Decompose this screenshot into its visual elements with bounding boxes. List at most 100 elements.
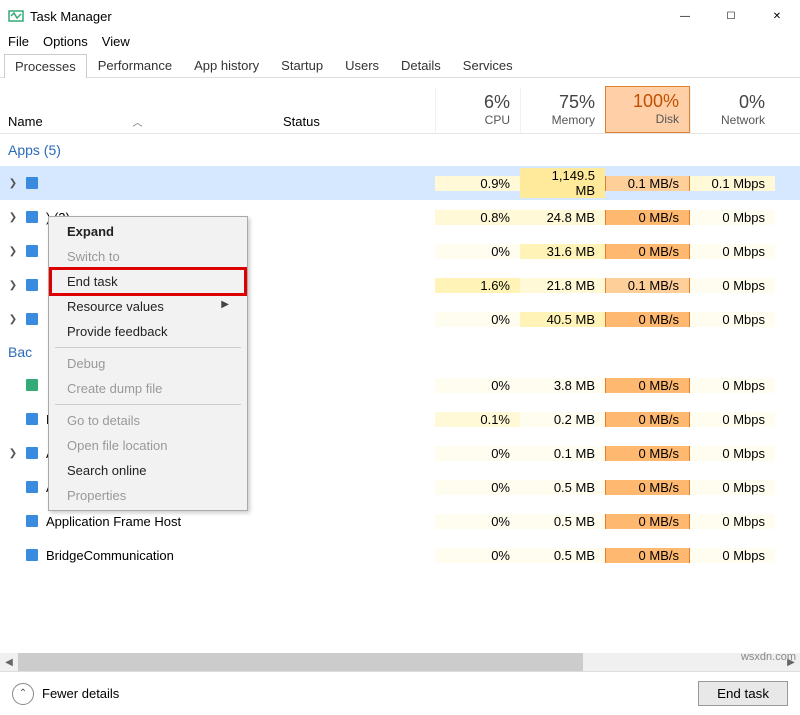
expand-icon[interactable]: ❯	[4, 246, 22, 257]
menu-item-create-dump-file: Create dump file	[51, 376, 245, 401]
collapse-icon: ⌃	[12, 683, 34, 705]
process-icon	[24, 311, 40, 327]
horizontal-scrollbar[interactable]: ◀ ▶	[0, 653, 800, 671]
cpu-cell: 0%	[435, 446, 520, 461]
column-network[interactable]: 0% Network	[690, 88, 775, 133]
expand-icon[interactable]: ❯	[4, 178, 22, 189]
memory-cell: 0.5 MB	[520, 480, 605, 495]
process-name-cell: ❯	[0, 175, 275, 191]
tab-app-history[interactable]: App history	[183, 53, 270, 77]
expand-icon[interactable]: ❯	[4, 212, 22, 223]
maximize-button[interactable]: ☐	[708, 0, 754, 32]
cpu-cell: 0%	[435, 244, 520, 259]
menu-item-provide-feedback[interactable]: Provide feedback	[51, 319, 245, 344]
menu-item-search-online[interactable]: Search online	[51, 458, 245, 483]
process-icon	[24, 175, 40, 191]
menu-separator	[55, 404, 241, 405]
sort-chevron-icon: ︿	[133, 114, 143, 129]
menu-file[interactable]: File	[8, 34, 29, 49]
cpu-cell: 0%	[435, 480, 520, 495]
disk-label: Disk	[616, 112, 679, 126]
menubar: File Options View	[0, 32, 800, 53]
network-cell: 0 Mbps	[690, 312, 775, 327]
minimize-button[interactable]: —	[662, 0, 708, 32]
disk-cell: 0 MB/s	[605, 548, 690, 563]
scroll-left-button[interactable]: ◀	[0, 653, 18, 671]
scroll-thumb[interactable]	[18, 653, 583, 671]
network-cell: 0 Mbps	[690, 446, 775, 461]
group-header: Apps (5)	[0, 134, 800, 166]
process-icon	[24, 479, 40, 495]
cpu-cell: 0%	[435, 312, 520, 327]
cpu-cell: 0%	[435, 514, 520, 529]
menu-item-end-task[interactable]: End task	[51, 269, 245, 294]
memory-cell: 0.1 MB	[520, 446, 605, 461]
watermark: wsxdn.com	[741, 651, 796, 663]
cpu-cell: 0.1%	[435, 412, 520, 427]
column-status[interactable]: Status	[275, 110, 435, 133]
memory-label: Memory	[531, 113, 595, 127]
network-cell: 0 Mbps	[690, 244, 775, 259]
disk-cell: 0 MB/s	[605, 480, 690, 495]
column-cpu[interactable]: 6% CPU	[435, 88, 520, 133]
process-icon	[24, 445, 40, 461]
menu-item-resource-values[interactable]: Resource values▶	[51, 294, 245, 319]
tab-users[interactable]: Users	[334, 53, 390, 77]
process-icon	[24, 411, 40, 427]
network-cell: 0 Mbps	[690, 210, 775, 225]
column-name[interactable]: ︿ Name	[0, 110, 275, 133]
fewer-details-toggle[interactable]: ⌃ Fewer details	[12, 683, 119, 705]
process-name-cell: Application Frame Host	[0, 513, 275, 529]
menu-item-expand[interactable]: Expand	[51, 219, 245, 244]
process-icon	[24, 243, 40, 259]
menu-item-properties: Properties	[51, 483, 245, 508]
cpu-cell: 0%	[435, 548, 520, 563]
expand-icon[interactable]: ❯	[4, 280, 22, 291]
network-percent: 0%	[701, 92, 765, 113]
table-row[interactable]: BridgeCommunication0%0.5 MB0 MB/s0 Mbps	[0, 538, 800, 572]
menu-item-switch-to: Switch to	[51, 244, 245, 269]
network-cell: 0 Mbps	[690, 412, 775, 427]
memory-cell: 40.5 MB	[520, 312, 605, 327]
tab-services[interactable]: Services	[452, 53, 524, 77]
memory-cell: 21.8 MB	[520, 278, 605, 293]
column-disk[interactable]: 100% Disk	[605, 86, 690, 133]
tab-details[interactable]: Details	[390, 53, 452, 77]
tab-startup[interactable]: Startup	[270, 53, 334, 77]
expand-icon[interactable]: ❯	[4, 314, 22, 325]
scroll-track[interactable]	[18, 653, 782, 671]
menu-view[interactable]: View	[102, 34, 130, 49]
disk-cell: 0.1 MB/s	[605, 176, 690, 191]
context-menu: ExpandSwitch toEnd taskResource values▶P…	[48, 216, 248, 511]
window-controls: — ☐ ✕	[662, 0, 800, 32]
network-cell: 0 Mbps	[690, 278, 775, 293]
tab-processes[interactable]: Processes	[4, 54, 87, 78]
disk-cell: 0 MB/s	[605, 244, 690, 259]
menu-options[interactable]: Options	[43, 34, 88, 49]
memory-cell: 3.8 MB	[520, 378, 605, 393]
network-cell: 0 Mbps	[690, 480, 775, 495]
cpu-label: CPU	[446, 113, 510, 127]
fewer-details-label: Fewer details	[42, 686, 119, 701]
disk-cell: 0.1 MB/s	[605, 278, 690, 293]
network-cell: 0 Mbps	[690, 514, 775, 529]
memory-cell: 0.5 MB	[520, 514, 605, 529]
network-cell: 0 Mbps	[690, 378, 775, 393]
disk-cell: 0 MB/s	[605, 378, 690, 393]
titlebar: Task Manager — ☐ ✕	[0, 0, 800, 32]
menu-separator	[55, 347, 241, 348]
process-icon	[24, 513, 40, 529]
column-memory[interactable]: 75% Memory	[520, 88, 605, 133]
statusbar: ⌃ Fewer details End task	[0, 671, 800, 715]
end-task-button[interactable]: End task	[698, 681, 788, 706]
table-row[interactable]: ❯0.9%1,149.5 MB0.1 MB/s0.1 Mbps	[0, 166, 800, 200]
memory-cell: 31.6 MB	[520, 244, 605, 259]
tab-performance[interactable]: Performance	[87, 53, 183, 77]
process-icon	[24, 377, 40, 393]
network-cell: 0 Mbps	[690, 548, 775, 563]
submenu-arrow-icon: ▶	[221, 299, 229, 310]
expand-icon[interactable]: ❯	[4, 448, 22, 459]
close-button[interactable]: ✕	[754, 0, 800, 32]
process-name: Application Frame Host	[46, 514, 181, 529]
cpu-cell: 1.6%	[435, 278, 520, 293]
